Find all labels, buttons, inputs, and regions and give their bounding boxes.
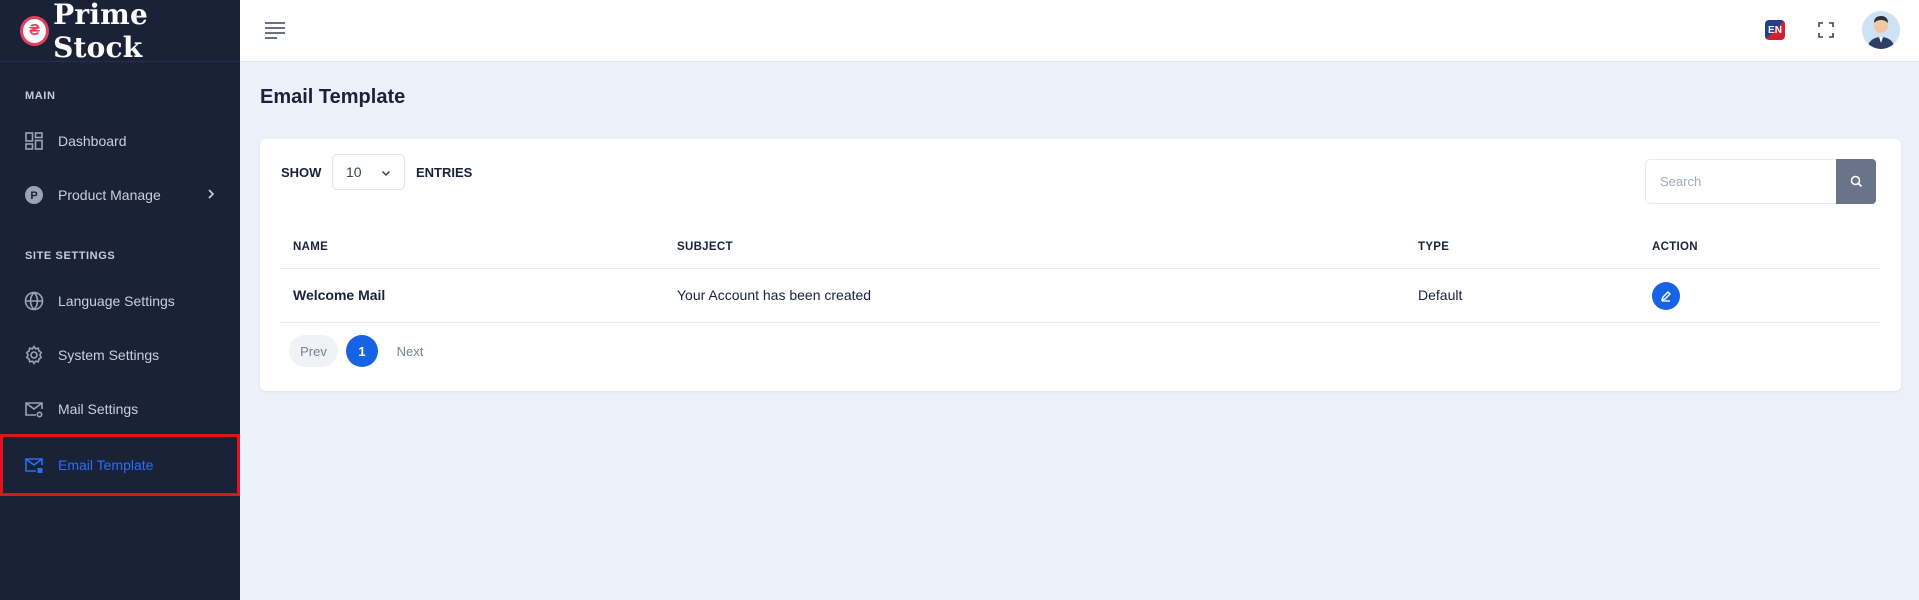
sidebar-item-language-settings[interactable]: Language Settings: [0, 274, 240, 328]
brand-logo[interactable]: ₴ Prime Stock: [0, 0, 240, 64]
email-template-icon: [24, 455, 44, 475]
dashboard-icon: [24, 131, 44, 151]
gear-icon: [24, 345, 44, 365]
pagination-next[interactable]: Next: [388, 335, 432, 367]
sidebar-item-label: Dashboard: [58, 133, 127, 149]
sidebar-item-dashboard[interactable]: Dashboard: [0, 114, 240, 168]
entries-label: ENTRIES: [416, 165, 473, 180]
pagination-prev[interactable]: Prev: [289, 335, 338, 367]
svg-text:P: P: [30, 190, 37, 202]
logo-icon: ₴: [20, 15, 50, 46]
sidebar-item-product-manage[interactable]: P Product Manage: [0, 168, 240, 222]
edit-button[interactable]: [1652, 282, 1680, 310]
page-title: Email Template: [260, 86, 406, 108]
sidebar-item-label: Product Manage: [58, 187, 161, 203]
entries-per-page-select[interactable]: 10: [332, 154, 405, 190]
chevron-down-icon: [381, 170, 391, 177]
sidebar-item-email-template[interactable]: Email Template: [0, 434, 240, 496]
pagination-page-1[interactable]: 1: [346, 335, 378, 367]
sidebar-item-label: System Settings: [58, 347, 160, 363]
cell-subject: Your Account has been created: [677, 287, 872, 303]
edit-icon: [1660, 291, 1671, 302]
sidebar: ₴ Prime Stock MAIN Dashboard P Product M…: [0, 0, 240, 600]
entries-value: 10: [346, 164, 362, 180]
search-input[interactable]: [1645, 159, 1836, 204]
sidebar-section-site-settings: SITE SETTINGS: [25, 250, 116, 262]
table-divider: [280, 322, 1880, 323]
cell-type: Default: [1418, 287, 1463, 303]
menu-toggle-icon[interactable]: [264, 21, 286, 39]
chevron-right-icon: [208, 189, 215, 199]
column-header-name[interactable]: NAME: [293, 241, 328, 253]
column-header-type[interactable]: TYPE: [1418, 241, 1449, 253]
column-header-subject[interactable]: SUBJECT: [677, 241, 733, 253]
table-divider: [280, 268, 1880, 269]
language-switcher[interactable]: EN: [1765, 20, 1785, 40]
fullscreen-icon[interactable]: [1818, 22, 1834, 38]
sidebar-section-main: MAIN: [25, 90, 56, 102]
globe-icon: [24, 291, 44, 311]
brand-name: Prime Stock: [53, 0, 148, 64]
product-icon: P: [24, 185, 44, 205]
search-box: [1645, 159, 1879, 204]
sidebar-item-label: Email Template: [58, 457, 154, 473]
sidebar-item-mail-settings[interactable]: Mail Settings: [0, 382, 240, 436]
user-avatar[interactable]: [1862, 11, 1900, 49]
mail-settings-icon: [24, 399, 44, 419]
search-button[interactable]: [1836, 159, 1876, 204]
cell-name: Welcome Mail: [293, 287, 386, 303]
topbar: EN: [240, 0, 1919, 62]
search-icon: [1850, 175, 1862, 188]
sidebar-item-label: Language Settings: [58, 293, 175, 309]
email-template-table-card: SHOW 10 ENTRIES NAME SUBJECT TYPE ACTION…: [260, 139, 1901, 391]
sidebar-item-system-settings[interactable]: System Settings: [0, 328, 240, 382]
column-header-action: ACTION: [1652, 241, 1698, 253]
sidebar-item-label: Mail Settings: [58, 401, 139, 417]
show-label: SHOW: [281, 165, 322, 180]
